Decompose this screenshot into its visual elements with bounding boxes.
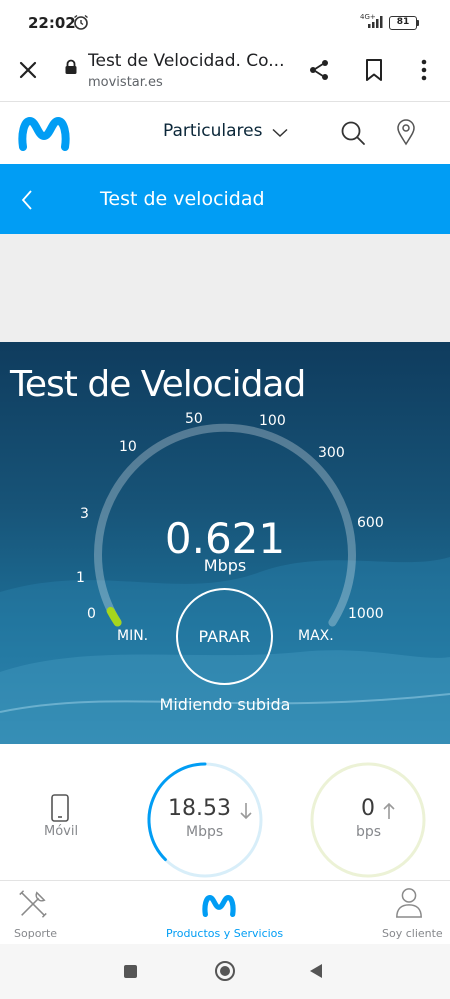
banner-placeholder: [0, 234, 450, 342]
speed-test-panel: Test de Velocidad 0 1 3 10 50 100 300 60…: [0, 342, 450, 744]
status-bar: 22:02 4G+ 81: [0, 0, 450, 48]
bookmark-icon[interactable]: [364, 58, 384, 82]
browser-url[interactable]: movistar.es: [88, 75, 163, 90]
download-unit: Mbps: [186, 824, 224, 840]
system-navigation-bar: [0, 944, 450, 999]
lock-icon: [65, 59, 77, 74]
nav-label: Soporte: [14, 927, 58, 940]
mobile-phone-icon: [51, 794, 69, 822]
user-icon: [396, 888, 422, 918]
status-time: 22:02: [28, 14, 76, 32]
movistar-logo[interactable]: [18, 114, 70, 154]
alarm-icon: [74, 14, 88, 30]
gauge-tick: 1000: [348, 606, 384, 622]
battery-icon: 81: [389, 16, 417, 30]
gauge-progress: [106, 606, 122, 627]
upload-unit: bps: [356, 824, 382, 840]
download-arrow-icon: [240, 803, 252, 820]
share-icon[interactable]: [307, 58, 331, 82]
gauge-tick: 300: [318, 445, 345, 461]
gauge-min-label: MIN.: [117, 628, 149, 644]
tools-icon: [19, 890, 47, 918]
gauge-tick: 50: [185, 411, 203, 427]
stop-test-button[interactable]: PARAR: [176, 588, 273, 685]
nav-label: Soy cliente: [382, 927, 443, 940]
nav-item-soy-cliente[interactable]: Soy cliente: [370, 881, 450, 945]
gauge-tick: 100: [259, 413, 286, 429]
device-label: Móvil: [44, 824, 79, 839]
download-value: 18.53: [168, 796, 231, 821]
page-title-bar: Test de velocidad: [0, 164, 450, 234]
bottom-navigation: Soporte Productos y Servicios Soy client…: [0, 880, 450, 944]
movistar-m-icon: [202, 894, 236, 918]
gauge-tick: 10: [119, 439, 137, 455]
browser-toolbar: Test de Velocidad. Co... movistar.es: [0, 48, 450, 102]
menu-particulares[interactable]: Particulares: [163, 121, 262, 141]
nav-item-productos[interactable]: Productos y Servicios: [150, 881, 300, 945]
current-speed-unit: Mbps: [203, 556, 247, 575]
more-icon[interactable]: [418, 58, 430, 82]
nav-label: Productos y Servicios: [166, 927, 284, 940]
back-icon[interactable]: [310, 964, 322, 978]
page-title: Test de velocidad: [100, 188, 265, 210]
measurement-status: Midiendo subida: [159, 695, 291, 714]
signal-icon: [368, 16, 383, 28]
upload-arrow-icon: [383, 802, 395, 819]
close-icon[interactable]: [17, 59, 39, 81]
site-header: Particulares: [0, 102, 450, 164]
recents-icon[interactable]: [124, 965, 137, 978]
browser-tab-title: Test de Velocidad. Co...: [88, 51, 285, 71]
back-chevron-icon[interactable]: [20, 189, 34, 211]
location-pin-icon[interactable]: [396, 118, 416, 146]
gauge-tick: 0: [87, 606, 96, 622]
battery-tip: [417, 20, 419, 26]
gauge-max-label: MAX.: [298, 628, 334, 644]
home-icon[interactable]: [215, 961, 235, 981]
nav-item-soporte[interactable]: Soporte: [0, 881, 90, 945]
chevron-down-icon[interactable]: [272, 128, 288, 138]
upload-value: 0: [361, 796, 375, 821]
search-icon[interactable]: [340, 120, 366, 146]
results-row: Móvil 18.53 Mbps 0 bps: [0, 744, 450, 880]
